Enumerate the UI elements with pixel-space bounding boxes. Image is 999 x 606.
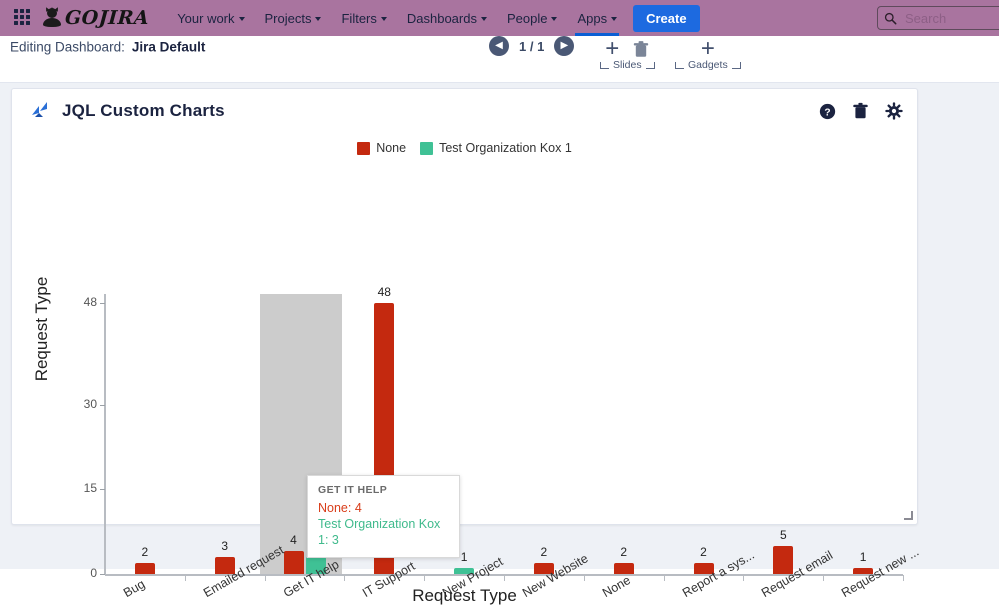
x-axis-tick-mark: [504, 575, 505, 581]
page-indicator: 1 / 1: [519, 38, 545, 54]
y-axis-line: [104, 294, 106, 575]
gadgets-caption-bracket: Gadgets: [675, 59, 741, 71]
resize-handle-icon[interactable]: [904, 511, 913, 520]
nav-item-projects[interactable]: Projects: [255, 0, 332, 36]
jql-charts-logo-icon: [32, 102, 47, 117]
chart-plot-area: Request Type 0153048 234348122251 BugEma…: [12, 133, 921, 605]
search-box[interactable]: [877, 6, 999, 30]
tooltip-row: Test Organization Kox 1: 3: [318, 517, 441, 547]
nav-label: Apps: [577, 10, 608, 26]
y-axis-tick-label: 15: [83, 481, 97, 496]
x-axis-tick-mark: [184, 575, 186, 581]
nav-label: Projects: [264, 10, 312, 26]
bar[interactable]: [613, 562, 634, 574]
tooltip-title: GET IT HELP: [318, 484, 388, 496]
y-axis-tick-label: 30: [83, 396, 97, 411]
chevron-down-icon: [611, 17, 618, 21]
logo-text: GOJIRA: [64, 7, 150, 29]
nav-label: Your work: [177, 10, 235, 26]
y-axis-tick-mark: [100, 574, 105, 575]
tooltip-row: None: 4: [318, 501, 362, 515]
gadgets-toolgroup: + Gadgets: [675, 37, 741, 71]
bar-value-label: 2: [141, 544, 149, 559]
x-axis-tick-mark: [743, 575, 745, 581]
gadget-title-group: JQL Custom Charts: [30, 101, 225, 121]
nav-item-people[interactable]: People: [497, 0, 567, 36]
gear-icon[interactable]: [885, 102, 903, 120]
chevron-down-icon: [480, 17, 487, 21]
search-input[interactable]: [903, 9, 999, 27]
bar-value-label: 2: [540, 544, 548, 559]
nav-label: Filters: [341, 10, 377, 26]
chevron-down-icon: [315, 17, 322, 21]
gojira-creature-icon: [42, 6, 62, 29]
x-axis-tick-mark: [823, 575, 825, 581]
chart-tooltip: GET IT HELP None: 4 Test Organization Ko…: [307, 475, 460, 558]
editing-prefix: Editing Dashboard:: [10, 39, 125, 55]
slide-pager: ◀ 1 / 1 ▶: [489, 36, 575, 56]
nav-label: People: [506, 10, 548, 26]
bar-value-label: 2: [700, 544, 707, 559]
x-axis-tick-mark: [264, 575, 266, 581]
x-axis-tick-mark: [583, 575, 585, 581]
create-button[interactable]: Create: [633, 4, 700, 32]
page-title: JQL Custom Charts: [62, 101, 225, 120]
nav-item-dashboards[interactable]: Dashboards: [397, 0, 497, 36]
bar[interactable]: [134, 562, 155, 574]
bar-value-label: 1: [859, 550, 867, 565]
gadget-panel-header: JQL Custom Charts ?: [12, 89, 917, 133]
jql-bar-chart: None Test Organization Kox 1 Request Typ…: [12, 133, 921, 605]
x-axis-tick-mark: [903, 575, 904, 581]
y-axis-title: Request Type: [32, 276, 51, 382]
x-axis-title: Request Type: [412, 586, 517, 605]
slides-toolgroup: + Slides: [600, 37, 655, 71]
gadget-panel: JQL Custom Charts ? None Test Organizati…: [11, 88, 921, 605]
chevron-left-icon[interactable]: ◀: [489, 36, 509, 56]
slides-caption-bracket: Slides: [600, 59, 655, 71]
bar-value-label: 5: [779, 527, 787, 542]
editing-dashboard-label: Editing Dashboard: Jira Default: [10, 40, 205, 55]
y-axis-tick-mark: [100, 489, 105, 491]
x-axis-tick-mark: [344, 575, 346, 581]
gadget-actions: ?: [819, 102, 903, 120]
grid-apps-icon[interactable]: [14, 9, 32, 27]
slides-caption: Slides: [613, 59, 642, 71]
chevron-down-icon: [551, 17, 558, 21]
add-gadget-button[interactable]: +: [701, 37, 715, 61]
top-navigation-bar: GOJIRA Your work Projects Filters Dashbo…: [0, 0, 999, 36]
trash-icon[interactable]: [852, 102, 869, 120]
bar-value-label: 2: [620, 544, 628, 559]
help-icon[interactable]: ?: [819, 103, 836, 120]
nav-item-your-work[interactable]: Your work: [167, 0, 254, 36]
chevron-right-icon[interactable]: ▶: [554, 36, 575, 56]
chevron-down-icon: [380, 17, 387, 21]
y-axis-tick-mark: [100, 404, 105, 406]
x-axis-tick-mark: [663, 575, 665, 581]
search-icon: [884, 12, 897, 24]
y-axis-tick-mark: [100, 303, 105, 304]
y-axis-tick-label: 48: [83, 295, 97, 309]
app-logo[interactable]: GOJIRA: [42, 6, 150, 29]
gadgets-caption: Gadgets: [688, 59, 728, 71]
chevron-down-icon: [238, 17, 245, 21]
dashboard-name: Jira Default: [131, 39, 206, 55]
add-slide-button[interactable]: +: [605, 37, 619, 61]
x-axis-tick-mark: [424, 575, 426, 581]
nav-label: Dashboards: [406, 10, 477, 26]
delete-slide-button[interactable]: [633, 40, 649, 58]
nav-item-apps[interactable]: Apps: [567, 0, 627, 36]
bar-value-label: 3: [221, 539, 229, 554]
svg-text:?: ?: [824, 107, 830, 118]
y-axis-tick-label: 0: [90, 566, 97, 580]
bar-value-label: 48: [377, 285, 391, 299]
nav-item-filters[interactable]: Filters: [331, 0, 396, 36]
